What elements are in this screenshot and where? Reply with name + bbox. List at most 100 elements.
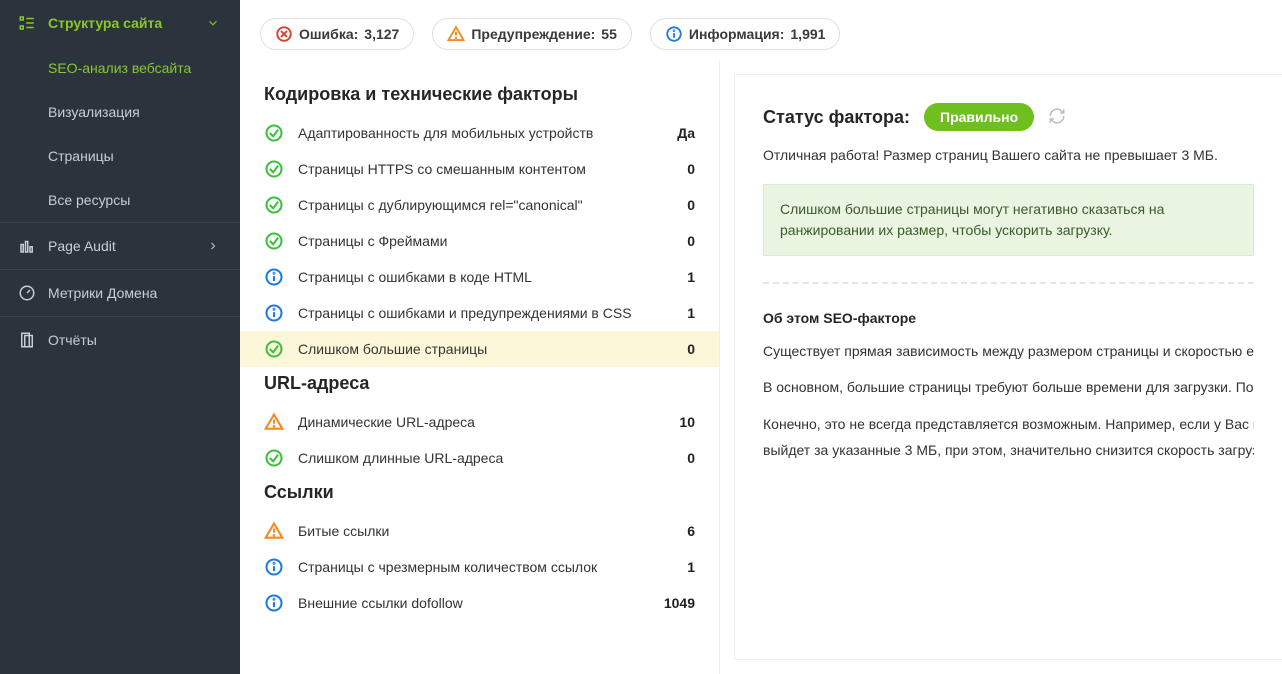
nav-all-resources[interactable]: Все ресурсы [0,178,240,222]
chevron-down-icon [204,14,222,32]
factor-value: 1 [655,269,695,285]
factor-value: 10 [655,414,695,430]
factor-row[interactable]: Страницы с Фреймами 0 [240,223,719,259]
detail-about: Об этом SEO-факторе Существует прямая за… [763,310,1254,462]
nav-visualization[interactable]: Визуализация [0,90,240,134]
detail-tip: Слишком большие страницы могут негативно… [763,184,1254,256]
factor-value: Да [655,125,695,141]
factor-label: Динамические URL-адреса [298,414,641,430]
filter-error-label: Ошибка: [299,26,358,42]
detail-summary: Отличная работа! Размер страниц Вашего с… [763,145,1254,166]
factor-row[interactable]: Динамические URL-адреса 10 [240,404,719,440]
factor-row[interactable]: Внешние ссылки dofollow1049 [240,585,719,621]
factor-row[interactable]: Слишком большие страницы 0 [240,331,719,367]
error-icon [275,25,293,43]
warning-icon [264,412,284,432]
factor-value: 0 [655,233,695,249]
nav-page-audit[interactable]: Page Audit [0,222,240,269]
filter-error[interactable]: Ошибка: 3,127 [260,18,414,50]
structure-icon [18,14,36,32]
factor-row[interactable]: Битые ссылки 6 [240,513,719,549]
gauge-icon [18,284,36,302]
refresh-button[interactable] [1048,107,1066,128]
detail-about-title: Об этом SEO-факторе [763,310,1254,326]
ok-icon [264,123,284,143]
factor-value: 0 [655,197,695,213]
nav-reports[interactable]: Отчёты [0,316,240,363]
nav-structure-label: Структура сайта [48,15,162,31]
section-title: Кодировка и технические факторы [240,78,719,115]
info-icon [264,303,284,323]
filter-warning-label: Предупреждение: [471,26,595,42]
section-title: URL-адреса [240,367,719,404]
factor-value: 1 [655,305,695,321]
factor-row[interactable]: Адаптированность для мобильных устройств… [240,115,719,151]
ok-icon [264,231,284,251]
detail-panel: Статус фактора: Правильно Отличная работ… [734,74,1282,660]
sidebar: Структура сайта SEO-анализ вебсайта Визу… [0,0,240,674]
detail-status-badge: Правильно [924,103,1034,131]
detail-divider [763,282,1254,284]
info-icon [665,25,683,43]
nav-pages[interactable]: Страницы [0,134,240,178]
factor-label: Битые ссылки [298,523,641,539]
detail-about-p2: В основном, большие страницы требуют бол… [763,376,1254,398]
ok-icon [264,339,284,359]
factor-value: 1049 [655,595,695,611]
factor-label: Страницы с Фреймами [298,233,641,249]
detail-status-label: Статус фактора: [763,107,910,128]
factor-value: 6 [655,523,695,539]
info-icon [264,267,284,287]
factor-label: Страницы с чрезмерным количеством ссылок [298,559,641,575]
factor-label: Адаптированность для мобильных устройств [298,125,641,141]
factor-row[interactable]: Страницы с дублирующимся rel="canonical"… [240,187,719,223]
factor-value: 0 [655,161,695,177]
factor-value: 0 [655,450,695,466]
filter-warning[interactable]: Предупреждение: 55 [432,18,632,50]
nav-reports-label: Отчёты [48,332,97,348]
factor-row[interactable]: Страницы с ошибками и предупреждениями в… [240,295,719,331]
nav-seo-analysis[interactable]: SEO-анализ вебсайта [0,46,240,90]
refresh-icon [1048,107,1066,125]
main: Ошибка: 3,127 Предупреждение: 55 Информа… [240,0,1282,674]
filter-info-label: Информация: [689,26,785,42]
ok-icon [264,448,284,468]
factor-value: 1 [655,559,695,575]
warning-icon [447,25,465,43]
factor-row[interactable]: Слишком длинные URL-адреса 0 [240,440,719,476]
factor-row[interactable]: Страницы с чрезмерным количеством ссылок… [240,549,719,585]
factor-list[interactable]: Кодировка и технические факторыАдаптиров… [240,60,720,674]
filter-bar: Ошибка: 3,127 Предупреждение: 55 Информа… [240,0,1282,60]
factor-label: Слишком длинные URL-адреса [298,450,641,466]
info-icon [264,557,284,577]
filter-warning-value: 55 [601,26,617,42]
nav-structure[interactable]: Структура сайта [0,0,240,46]
warning-icon [264,521,284,541]
section-title: Ссылки [240,476,719,513]
app-root: Структура сайта SEO-анализ вебсайта Визу… [0,0,1282,674]
ok-icon [264,159,284,179]
filter-info-value: 1,991 [790,26,825,42]
chevron-right-icon [204,237,222,255]
content: Кодировка и технические факторыАдаптиров… [240,60,1282,674]
filter-error-value: 3,127 [364,26,399,42]
filter-info[interactable]: Информация: 1,991 [650,18,841,50]
detail-about-p4: выйдет за указанные 3 МБ, при этом, знач… [763,439,1254,461]
page-audit-icon [18,237,36,255]
factor-label: Страницы с ошибками и предупреждениями в… [298,305,641,321]
nav-domain-metrics[interactable]: Метрики Домена [0,269,240,316]
factor-row[interactable]: Страницы HTTPS со смешанным контентом 0 [240,151,719,187]
detail-about-p1: Существует прямая зависимость между разм… [763,340,1254,362]
factor-label: Слишком большие страницы [298,341,641,357]
detail-about-p3: Конечно, это не всегда представляется во… [763,413,1254,435]
reports-icon [18,331,36,349]
ok-icon [264,195,284,215]
nav-domain-metrics-label: Метрики Домена [48,285,157,301]
factor-label: Страницы с дублирующимся rel="canonical" [298,197,641,213]
nav-page-audit-label: Page Audit [48,238,116,254]
factor-label: Страницы HTTPS со смешанным контентом [298,161,641,177]
factor-value: 0 [655,341,695,357]
factor-row[interactable]: Страницы с ошибками в коде HTML 1 [240,259,719,295]
factor-label: Страницы с ошибками в коде HTML [298,269,641,285]
info-icon [264,593,284,613]
